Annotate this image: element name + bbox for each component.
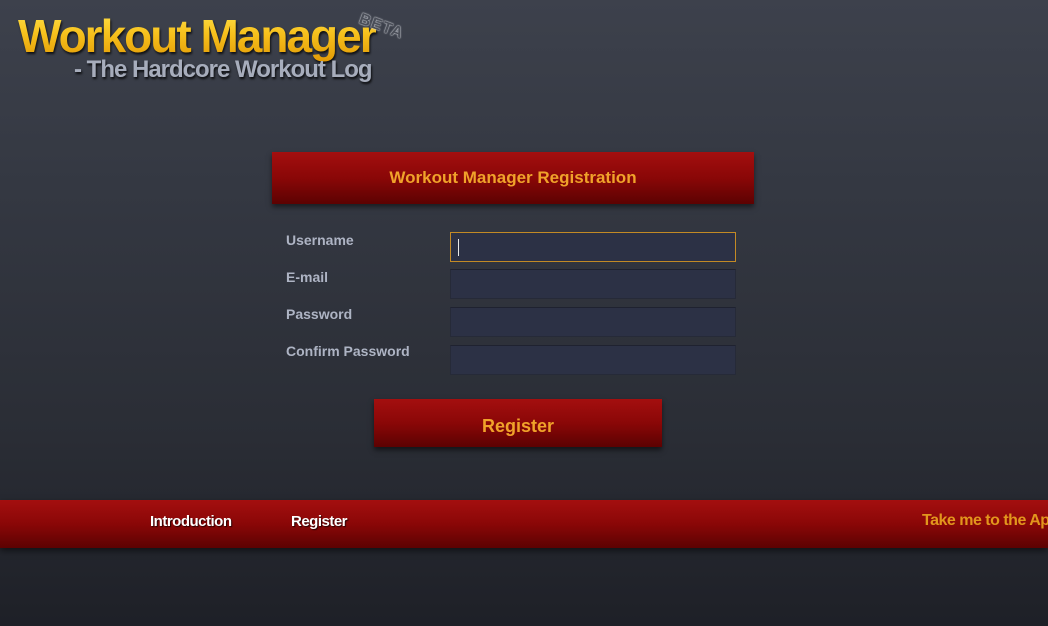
- nav-take-me-to-app[interactable]: Take me to the Ap: [922, 512, 1048, 530]
- logo: Workout Manager BETA - The Hardcore Work…: [18, 8, 418, 88]
- register-button[interactable]: Register: [374, 399, 662, 447]
- text-caret: [458, 239, 459, 256]
- register-button-label: Register: [481, 415, 555, 436]
- logo-subtitle: - The Hardcore Workout Log: [74, 56, 373, 83]
- confirm-password-label: Confirm Password: [286, 343, 410, 359]
- email-input[interactable]: [450, 269, 736, 299]
- password-label: Password: [286, 306, 353, 322]
- registration-title: Workout Manager Registration: [389, 168, 637, 187]
- registration-header: Workout Manager Registration: [272, 152, 754, 204]
- nav-register[interactable]: Register: [291, 513, 348, 530]
- confirm-password-input[interactable]: [450, 345, 736, 375]
- nav-introduction[interactable]: Introduction: [150, 513, 232, 530]
- username-input[interactable]: [450, 232, 736, 262]
- password-input[interactable]: [450, 307, 736, 337]
- logo-title: Workout Manager: [18, 10, 378, 62]
- username-label: Username: [286, 232, 354, 248]
- footer-nav: Introduction Register Take me to the Ap: [0, 500, 1048, 548]
- email-label: E-mail: [286, 269, 329, 285]
